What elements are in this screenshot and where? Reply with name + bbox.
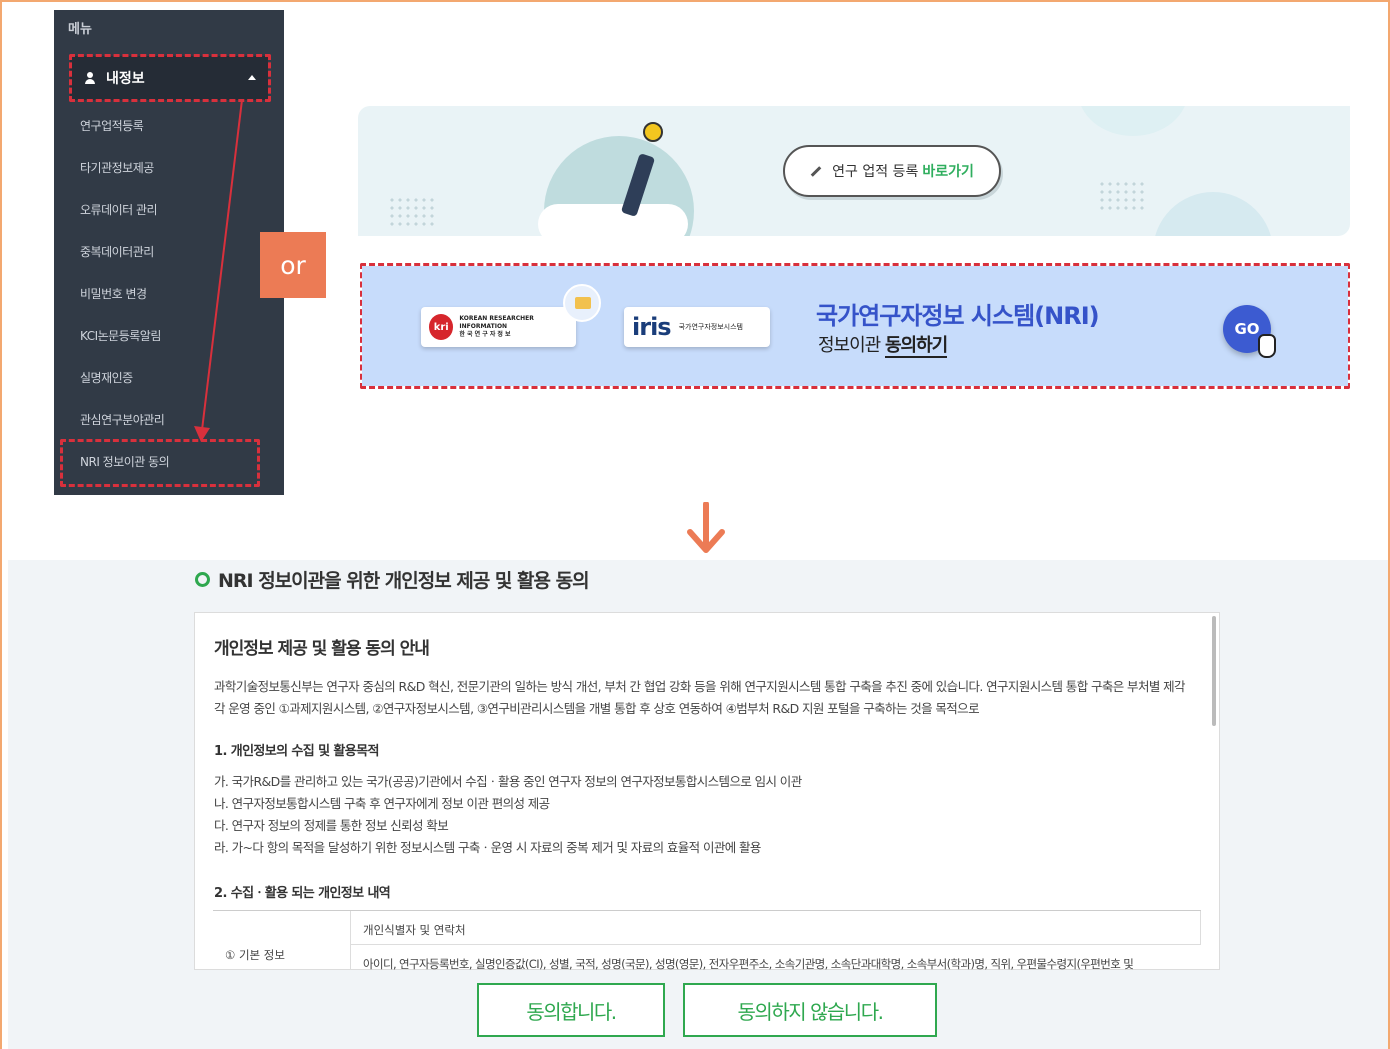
iris-logo-text: iris [632, 313, 672, 341]
sidebar-item-real-name[interactable]: 실명재인증 [80, 369, 133, 386]
down-arrow-icon [687, 502, 725, 553]
consent-section-title-text: NRI 정보이관을 위한 개인정보 제공 및 활용 동의 [218, 570, 590, 592]
kri-logo-korean: 한 국 연 구 자 정 보 [459, 331, 511, 338]
decor-arc [1078, 106, 1188, 136]
nri-subtitle-bold: 동의하기 [884, 335, 948, 358]
disagree-button[interactable]: 동의하지 않습니다. [683, 983, 937, 1037]
or-label: or [260, 232, 326, 298]
sidebar-title: 메뉴 [68, 22, 92, 37]
kri-logo-text: KOREAN RESEARCHER INFORMATION [459, 315, 534, 330]
highlight-my-info [69, 54, 271, 102]
decor-dots [388, 196, 438, 226]
sidebar-item-other-org-info[interactable]: 타기관정보제공 [80, 159, 154, 176]
nri-title: 국가연구자정보 시스템(NRI) [816, 302, 1100, 330]
guide-arrow-icon [194, 99, 243, 442]
sidebar-item-password[interactable]: 비밀번호 변경 [80, 285, 147, 302]
research-button-link: 바로가기 [922, 164, 974, 180]
consent-line: 라. 가~다 항의 목적을 달성하기 위한 정보시스템 구축ㆍ운영 시 자료의 … [214, 840, 761, 855]
pencil-icon [810, 165, 822, 177]
decor-cloud [538, 204, 688, 236]
consent-paragraph: 과학기술정보통신부는 연구자 중심의 R&D 혁신, 전문기관의 일하는 방식 … [214, 679, 1186, 716]
agree-button[interactable]: 동의합니다. [477, 983, 665, 1037]
table-cell: 아이디, 연구자등록번호, 실명인증값(CI), 성별, 국적, 성명(국문),… [363, 957, 1134, 970]
iris-logo-sub: 국가연구자정보시스템 [678, 323, 743, 331]
table-row-head: ① 기본 정보 [213, 911, 351, 970]
circle-bullet-icon [195, 572, 210, 587]
lightbulb-icon [643, 122, 663, 142]
kri-logo-text-block: KOREAN RESEARCHER INFORMATION 한 국 연 구 자 … [459, 315, 576, 339]
research-register-button[interactable]: 연구 업적 등록 바로가기 [783, 145, 1001, 197]
consent-line: 가. 국가R&D를 관리하고 있는 국가(공공)기관에서 수집ㆍ활용 중인 연구… [214, 774, 802, 789]
consent-sub-items: 2. 수집ㆍ활용 되는 개인정보 내역 [214, 886, 391, 901]
nri-subtitle: 정보이관 동의하기 [818, 331, 948, 358]
sidebar-item-error-data[interactable]: 오류데이터 관리 [80, 201, 158, 218]
consent-heading: 개인정보 제공 및 활용 동의 안내 [214, 639, 430, 659]
consent-scrollbar[interactable] [1212, 616, 1216, 726]
highlight-nri-menu [60, 439, 260, 487]
nri-subtitle-prefix: 정보이관 [818, 335, 885, 356]
consent-info-table: ① 기본 정보 개인식별자 및 연락처 아이디, 연구자등록번호, 실명인증값(… [213, 910, 1201, 970]
pointer-hand-icon [1258, 334, 1276, 358]
iris-logo: iris 국가연구자정보시스템 [624, 307, 770, 347]
decor-dots [1098, 180, 1148, 210]
consent-section-title: NRI 정보이관을 위한 개인정보 제공 및 활용 동의 [195, 566, 590, 593]
sidebar-item-duplicate-data[interactable]: 중복데이터관리 [80, 243, 154, 260]
consent-sub-purpose: 1. 개인정보의 수집 및 활용목적 [214, 744, 379, 759]
table-cell: 개인식별자 및 연락처 [351, 911, 1201, 945]
folder-icon [563, 284, 601, 322]
kri-logo-mark: kri [429, 314, 454, 340]
consent-line: 다. 연구자 정보의 정제를 통한 정보 신뢰성 확보 [214, 818, 449, 833]
sidebar-item-kci-alert[interactable]: KCI논문등록알림 [80, 327, 161, 344]
sidebar-item-research-register[interactable]: 연구업적등록 [80, 117, 144, 134]
research-button-label: 연구 업적 등록 [832, 164, 919, 180]
kri-logo: kri KOREAN RESEARCHER INFORMATION 한 국 연 … [421, 307, 576, 347]
consent-line: 나. 연구자정보통합시스템 구축 후 연구자에게 정보 이관 편의성 제공 [214, 796, 550, 811]
sidebar-item-interest-field[interactable]: 관심연구분야관리 [80, 411, 165, 428]
decor-arc [1153, 192, 1273, 236]
